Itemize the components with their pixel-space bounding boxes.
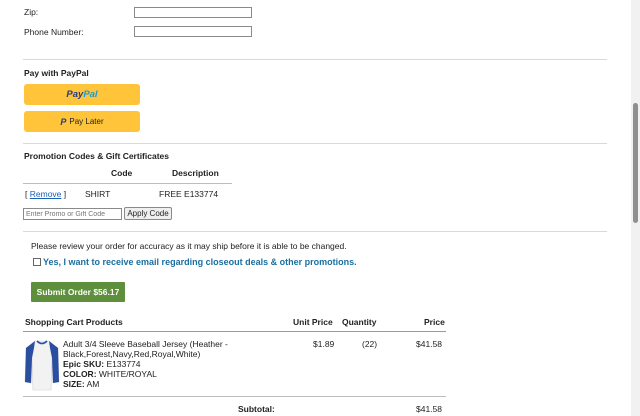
email-opt-in-label[interactable]: Yes, I want to receive email regarding c…: [43, 257, 357, 267]
promo-row-code: SHIRT: [85, 189, 111, 199]
phone-number-input[interactable]: [134, 26, 252, 37]
baseball-jersey-icon[interactable]: [24, 338, 60, 392]
divider: [23, 59, 607, 60]
cart-item-unit-price: $1.89: [313, 339, 335, 349]
cart-item-price: $41.58: [416, 339, 442, 349]
cart-item-color: COLOR: WHITE/ROYAL: [63, 369, 157, 379]
submit-order-button[interactable]: Submit Order $56.17: [31, 282, 125, 302]
promo-code-input[interactable]: [23, 208, 122, 220]
paypal-p-icon: P: [60, 116, 67, 127]
phone-number-label: Phone Number:: [24, 27, 84, 37]
cart-item-details: Adult 3/4 Sleeve Baseball Jersey (Heathe…: [63, 339, 228, 389]
cart-item-quantity: (22): [362, 339, 378, 349]
cart-item-title-line1[interactable]: Adult 3/4 Sleeve Baseball Jersey (Heathe…: [63, 339, 228, 349]
promo-table-header-rule: [23, 183, 232, 184]
apply-code-button[interactable]: Apply Code: [124, 207, 172, 220]
zip-label: Zip:: [24, 7, 39, 17]
cart-item-size: SIZE: AM: [63, 379, 100, 389]
cart-header-price: Price: [424, 317, 445, 327]
divider: [23, 231, 607, 232]
promo-row-remove: [ Remove ]: [25, 189, 67, 199]
email-opt-in-checkbox[interactable]: [33, 258, 41, 266]
paypal-section-title: Pay with PayPal: [24, 68, 89, 78]
cart-header-products: Shopping Cart Products: [25, 317, 123, 327]
promo-col-description: Description: [172, 168, 219, 178]
cart-header-quantity: Quantity: [342, 317, 377, 327]
remove-promo-link[interactable]: Remove: [30, 189, 62, 199]
scrollbar-thumb[interactable]: [633, 103, 638, 223]
cart-header-unit-price: Unit Price: [293, 317, 333, 327]
promo-col-code: Code: [111, 168, 133, 178]
promo-row-description: FREE E133774: [159, 189, 219, 199]
promo-section-title: Promotion Codes & Gift Certificates: [24, 151, 169, 161]
paypal-logo: PayPal: [66, 89, 98, 100]
pay-later-button[interactable]: P Pay Later: [24, 111, 140, 132]
cart-total-rule: [23, 396, 446, 397]
subtotal-value: $41.58: [416, 404, 442, 414]
cart-item-sku: Epic SKU: E133774: [63, 359, 141, 369]
cart-item-title-line2[interactable]: Black,Forest,Navy,Red,Royal,White): [63, 349, 228, 359]
page-scrollbar[interactable]: [631, 0, 640, 416]
pay-later-label: Pay Later: [69, 117, 104, 126]
cart-header-rule: [23, 331, 446, 332]
review-notice: Please review your order for accuracy as…: [31, 241, 347, 251]
zip-input[interactable]: [134, 7, 252, 18]
divider: [23, 143, 607, 144]
subtotal-label: Subtotal:: [238, 404, 275, 414]
paypal-button[interactable]: PayPal: [24, 84, 140, 105]
